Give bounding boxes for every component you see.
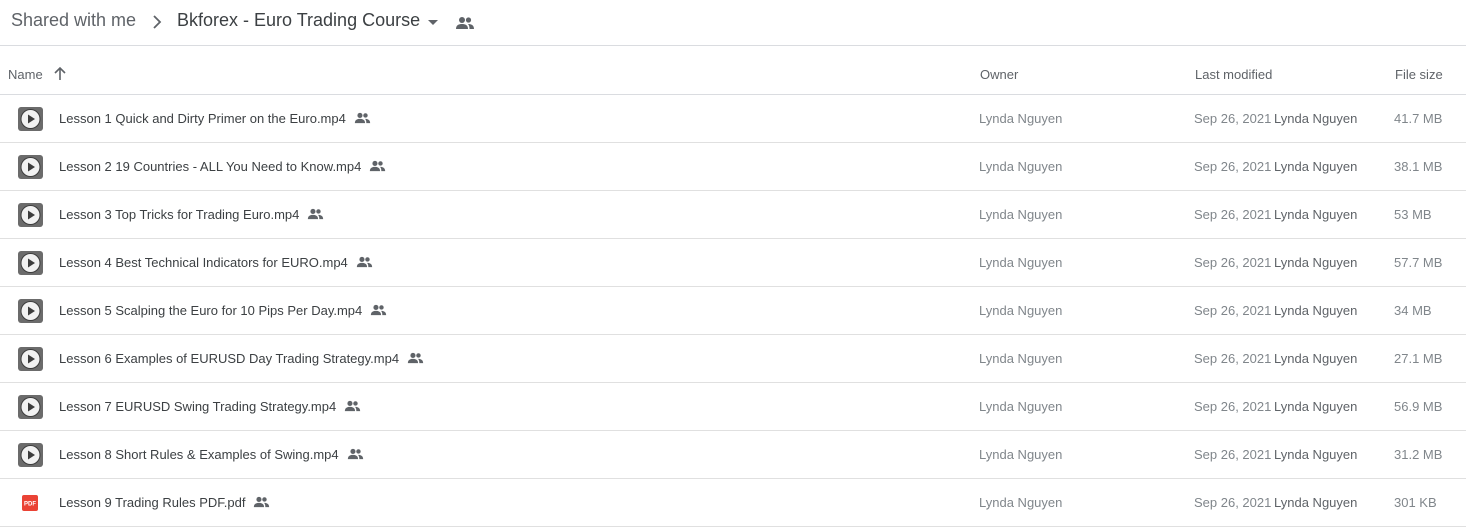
file-name-text: Lesson 3 Top Tricks for Trading Euro.mp4 — [59, 207, 300, 222]
file-size: 31.2 MB — [1394, 447, 1443, 462]
caret-down-icon[interactable] — [426, 15, 440, 29]
file-name: Lesson 3 Top Tricks for Trading Euro.mp4 — [59, 207, 324, 222]
file-size: 38.1 MB — [1394, 159, 1443, 174]
file-name: Lesson 8 Short Rules & Examples of Swing… — [59, 447, 364, 462]
file-name-text: Lesson 1 Quick and Dirty Primer on the E… — [59, 111, 346, 126]
file-name: Lesson 4 Best Technical Indicators for E… — [59, 255, 373, 270]
file-modified-by: Lynda Nguyen — [1274, 447, 1358, 462]
file-modified-date: Sep 26, 2021 — [1194, 399, 1272, 414]
file-name-text: Lesson 4 Best Technical Indicators for E… — [59, 255, 348, 270]
file-owner: Lynda Nguyen — [979, 207, 1063, 222]
file-name-text: Lesson 2 19 Countries - ALL You Need to … — [59, 159, 362, 174]
file-owner: Lynda Nguyen — [979, 111, 1063, 126]
people-icon — [369, 159, 386, 173]
file-row[interactable]: Lesson 7 EURUSD Swing Trading Strategy.m… — [0, 383, 1466, 431]
file-owner: Lynda Nguyen — [979, 255, 1063, 270]
play-icon — [18, 107, 43, 131]
people-icon — [344, 399, 361, 413]
play-icon — [18, 443, 43, 467]
file-modified-by: Lynda Nguyen — [1274, 303, 1358, 318]
file-size: 53 MB — [1394, 207, 1432, 222]
file-row[interactable]: Lesson 8 Short Rules & Examples of Swing… — [0, 431, 1466, 479]
file-size: 27.1 MB — [1394, 351, 1443, 366]
people-icon — [307, 207, 324, 221]
file-owner: Lynda Nguyen — [979, 447, 1063, 462]
people-icon — [354, 111, 371, 125]
file-list: Lesson 1 Quick and Dirty Primer on the E… — [0, 95, 1466, 527]
column-header-file-size: File size — [1395, 67, 1443, 82]
breadcrumb: Shared with me Bkforex - Euro Trading Co… — [0, 0, 1466, 46]
file-modified-date: Sep 26, 2021 — [1194, 447, 1272, 462]
file-modified-by: Lynda Nguyen — [1274, 255, 1358, 270]
people-icon — [347, 447, 364, 461]
file-name: Lesson 5 Scalping the Euro for 10 Pips P… — [59, 303, 387, 318]
file-size: 56.9 MB — [1394, 399, 1443, 414]
file-row[interactable]: Lesson 1 Quick and Dirty Primer on the E… — [0, 95, 1466, 143]
file-list-header: Name Owner Last modified File size — [0, 46, 1466, 95]
file-modified-date: Sep 26, 2021 — [1194, 207, 1272, 222]
file-size: 41.7 MB — [1394, 111, 1443, 126]
play-icon — [18, 155, 43, 179]
file-row[interactable]: PDF Lesson 9 Trading Rules PDF.pdf Lynda… — [0, 479, 1466, 527]
play-icon — [18, 299, 43, 323]
file-modified-date: Sep 26, 2021 — [1194, 159, 1272, 174]
column-header-last-modified[interactable]: Last modified — [1195, 67, 1272, 82]
breadcrumb-current-folder[interactable]: Bkforex - Euro Trading Course — [177, 10, 420, 31]
file-owner: Lynda Nguyen — [979, 399, 1063, 414]
file-owner: Lynda Nguyen — [979, 351, 1063, 366]
play-icon — [18, 203, 43, 227]
file-name-text: Lesson 6 Examples of EURUSD Day Trading … — [59, 351, 400, 366]
file-modified-date: Sep 26, 2021 — [1194, 495, 1272, 510]
file-row[interactable]: Lesson 2 19 Countries - ALL You Need to … — [0, 143, 1466, 191]
file-modified-date: Sep 26, 2021 — [1194, 111, 1272, 126]
people-icon — [356, 255, 373, 269]
file-row[interactable]: Lesson 4 Best Technical Indicators for E… — [0, 239, 1466, 287]
chevron-right-icon — [149, 13, 165, 31]
file-name: Lesson 2 19 Countries - ALL You Need to … — [59, 159, 386, 174]
people-icon — [407, 351, 424, 365]
file-modified-by: Lynda Nguyen — [1274, 351, 1358, 366]
people-icon — [253, 495, 270, 509]
file-modified-by: Lynda Nguyen — [1274, 159, 1358, 174]
people-icon — [370, 303, 387, 317]
file-name-text: Lesson 5 Scalping the Euro for 10 Pips P… — [59, 303, 363, 318]
file-modified-date: Sep 26, 2021 — [1194, 303, 1272, 318]
play-icon — [18, 251, 43, 275]
file-size: 57.7 MB — [1394, 255, 1443, 270]
column-header-owner: Owner — [980, 67, 1019, 82]
file-name: Lesson 9 Trading Rules PDF.pdf — [59, 495, 270, 510]
pdf-icon: PDF — [18, 491, 43, 515]
people-icon — [455, 14, 475, 32]
file-modified-by: Lynda Nguyen — [1274, 207, 1358, 222]
svg-text:PDF: PDF — [24, 502, 36, 508]
file-name: Lesson 6 Examples of EURUSD Day Trading … — [59, 351, 424, 366]
breadcrumb-shared-with-me[interactable]: Shared with me — [11, 10, 136, 31]
file-owner: Lynda Nguyen — [979, 159, 1063, 174]
file-size: 34 MB — [1394, 303, 1432, 318]
file-row[interactable]: Lesson 6 Examples of EURUSD Day Trading … — [0, 335, 1466, 383]
file-name-text: Lesson 9 Trading Rules PDF.pdf — [59, 495, 246, 510]
file-modified-date: Sep 26, 2021 — [1194, 351, 1272, 366]
file-modified-by: Lynda Nguyen — [1274, 495, 1358, 510]
file-owner: Lynda Nguyen — [979, 495, 1063, 510]
file-name-text: Lesson 7 EURUSD Swing Trading Strategy.m… — [59, 399, 337, 414]
play-icon — [18, 395, 43, 419]
arrow-up-icon[interactable] — [53, 66, 67, 81]
file-name: Lesson 7 EURUSD Swing Trading Strategy.m… — [59, 399, 361, 414]
file-modified-date: Sep 26, 2021 — [1194, 255, 1272, 270]
file-name-text: Lesson 8 Short Rules & Examples of Swing… — [59, 447, 339, 462]
play-icon — [18, 347, 43, 371]
file-modified-by: Lynda Nguyen — [1274, 111, 1358, 126]
file-size: 301 KB — [1394, 495, 1437, 510]
file-row[interactable]: Lesson 5 Scalping the Euro for 10 Pips P… — [0, 287, 1466, 335]
column-header-name[interactable]: Name — [8, 67, 43, 82]
file-row[interactable]: Lesson 3 Top Tricks for Trading Euro.mp4… — [0, 191, 1466, 239]
file-owner: Lynda Nguyen — [979, 303, 1063, 318]
file-modified-by: Lynda Nguyen — [1274, 399, 1358, 414]
file-name: Lesson 1 Quick and Dirty Primer on the E… — [59, 111, 371, 126]
